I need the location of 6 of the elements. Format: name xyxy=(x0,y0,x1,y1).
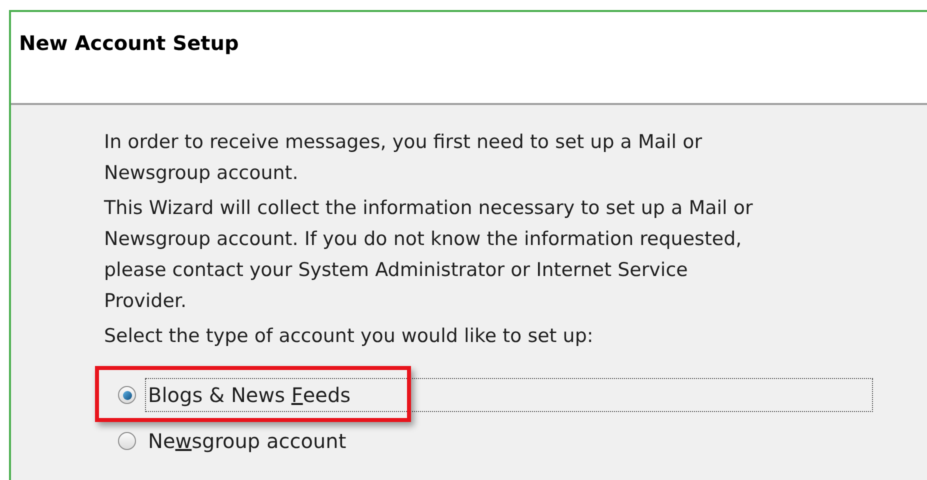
window-title: New Account Setup xyxy=(19,30,239,57)
instruction-text: In order to receive messages, you first need to set up a Mail or Newsgroup account. xyxy=(104,130,704,186)
instruction-text: Select the type of account you would like to set up: xyxy=(104,324,594,349)
radio-label[interactable]: Blogs & News Feeds xyxy=(145,378,873,412)
radio-label[interactable]: Newsgroup account xyxy=(145,424,350,458)
instruction-text: This Wizard will collect the information necessary to set up a Mail or Newsgroup account. If you do not know the information requested, please contact your System Administrator or Internet Service Provider. xyxy=(104,196,754,314)
